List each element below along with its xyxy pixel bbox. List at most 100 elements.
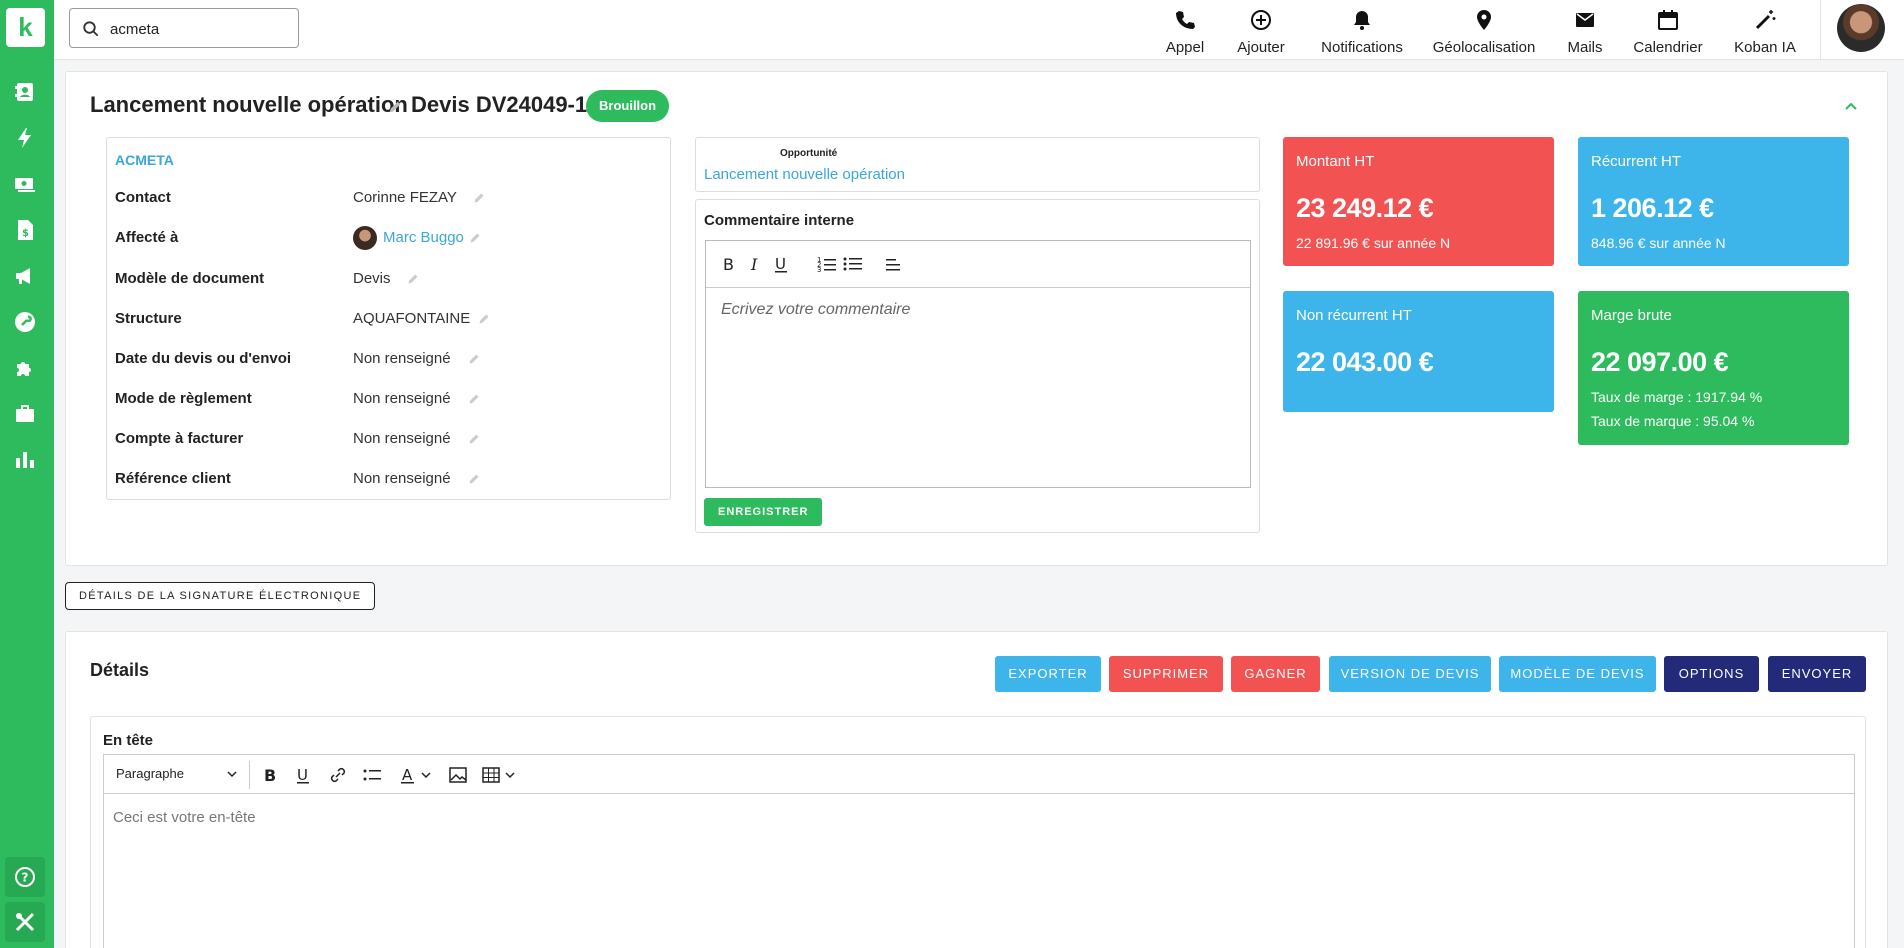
chevron-down-icon[interactable] <box>226 768 238 780</box>
bolt-icon[interactable] <box>13 126 37 150</box>
send-button[interactable]: ENVOYER <box>1768 656 1866 692</box>
company-link[interactable]: ACMETA <box>115 152 174 168</box>
devis-number: Devis DV24049-1 <box>411 92 588 117</box>
search-input[interactable] <box>110 18 290 40</box>
svg-text:I: I <box>750 255 758 274</box>
tools-icon[interactable] <box>5 902 45 942</box>
top-bar: Appel Ajouter Notifications Géolocalisat… <box>54 0 1904 60</box>
kpi-subtitle: 22 891.96 € sur année N <box>1296 235 1451 251</box>
nav-label: Notifications <box>1321 39 1403 56</box>
user-avatar[interactable] <box>1837 4 1885 52</box>
save-button[interactable]: ENREGISTRER <box>704 498 823 526</box>
details-panel: Détails EXPORTER SUPPRIMER GAGNER VERSIO… <box>65 631 1888 948</box>
kpi-value: 22 097.00 € <box>1591 347 1729 377</box>
status-badge: Brouillon <box>586 90 670 122</box>
table-icon[interactable] <box>482 765 518 785</box>
text-color-icon[interactable]: A <box>400 765 434 785</box>
money-icon[interactable] <box>13 172 37 196</box>
field-label: Modèle de document <box>115 270 265 287</box>
nav-geolocalisation[interactable]: Géolocalisation <box>1428 6 1540 56</box>
comment-textarea[interactable]: Ecrivez votre commentaire <box>705 287 1251 488</box>
kpi-value: 22 043.00 € <box>1296 347 1434 377</box>
field-value: Non renseigné <box>353 470 451 487</box>
signature-details-button[interactable]: DÉTAILS DE LA SIGNATURE ÉLECTRONIQUE <box>65 582 376 610</box>
svg-text:$: $ <box>22 228 29 239</box>
megaphone-icon[interactable] <box>13 264 37 288</box>
delete-button[interactable]: SUPPRIMER <box>1109 656 1223 692</box>
quote-template-button[interactable]: MODÈLE DE DEVIS <box>1499 656 1656 692</box>
page-title: Lancement nouvelle opération <box>90 92 408 117</box>
invoice-icon[interactable]: $ <box>13 218 37 242</box>
edit-pencil-icon[interactable] <box>469 232 481 244</box>
add-circle-icon <box>1251 10 1271 30</box>
field-label: Structure <box>115 310 182 327</box>
chevron-up-icon[interactable] <box>1843 98 1859 114</box>
header-placeholder: Ceci est votre en-tête <box>113 809 256 826</box>
help-icon[interactable]: ? <box>5 857 45 897</box>
edit-pencil-icon[interactable] <box>468 433 480 445</box>
header-editor-area[interactable]: Ceci est votre en-tête <box>103 793 1855 948</box>
edit-pencil-icon[interactable] <box>468 393 480 405</box>
bold-icon[interactable]: B <box>719 254 739 274</box>
app-logo[interactable]: k <box>6 8 45 47</box>
nav-appel[interactable]: Appel <box>1155 6 1215 56</box>
nav-notifications[interactable]: Notifications <box>1311 6 1413 56</box>
kpi-value: 1 206.12 € <box>1591 193 1714 223</box>
opportunity-link[interactable]: Lancement nouvelle opération <box>704 166 905 183</box>
contacts-icon[interactable] <box>13 80 37 104</box>
nav-label: Ajouter <box>1237 39 1285 56</box>
nav-ajouter[interactable]: Ajouter <box>1226 6 1296 56</box>
edit-pencil-icon[interactable] <box>388 100 402 114</box>
edit-pencil-icon[interactable] <box>468 353 480 365</box>
field-label: Mode de règlement <box>115 390 252 407</box>
header-editor-toolbar: Paragraphe B U A <box>103 754 1855 794</box>
info-row-date: Date du devis ou d'envoi Non renseigné <box>115 350 665 370</box>
kpi-marge-brute: Marge brute 22 097.00 € Taux de marge : … <box>1578 291 1849 445</box>
edit-pencil-icon[interactable] <box>478 313 490 325</box>
search-box[interactable] <box>69 8 299 48</box>
puzzle-icon[interactable] <box>13 356 37 380</box>
align-left-icon[interactable] <box>884 254 904 274</box>
nav-mails[interactable]: Mails <box>1557 6 1613 56</box>
info-row-reference: Référence client Non renseigné <box>115 470 665 490</box>
quote-info-card: ACMETA Contact Corinne FEZAY Affecté à M… <box>106 137 671 500</box>
edit-pencil-icon[interactable] <box>473 192 485 204</box>
divider <box>1820 0 1821 60</box>
bold-icon[interactable]: B <box>260 765 280 785</box>
nav-koban-ia[interactable]: Koban IA <box>1723 6 1807 56</box>
underline-icon[interactable]: U <box>772 254 792 274</box>
chart-icon[interactable] <box>13 448 37 472</box>
info-row-structure: Structure AQUAFONTAINE <box>115 310 665 330</box>
underline-icon[interactable]: U <box>294 765 314 785</box>
italic-icon[interactable]: I <box>746 254 766 274</box>
assignee-link[interactable]: Marc Buggo <box>383 229 464 246</box>
svg-text:?: ? <box>22 871 29 885</box>
kpi-title: Marge brute <box>1591 307 1672 324</box>
options-button[interactable]: OPTIONS <box>1664 656 1759 692</box>
field-value: Devis <box>353 270 391 287</box>
ordered-list-icon[interactable]: 123 <box>817 254 837 274</box>
info-row-modele: Modèle de document Devis <box>115 270 665 290</box>
edit-pencil-icon[interactable] <box>468 473 480 485</box>
paragraph-select[interactable]: Paragraphe <box>116 766 184 781</box>
nav-calendrier[interactable]: Calendrier <box>1626 6 1710 56</box>
field-label: Compte à facturer <box>115 430 244 447</box>
bullet-list-icon[interactable] <box>843 254 863 274</box>
search-icon <box>83 21 99 37</box>
edit-pencil-icon[interactable] <box>407 273 419 285</box>
mail-icon <box>1576 13 1594 27</box>
wrench-icon[interactable] <box>13 310 37 334</box>
quote-header-panel: Lancement nouvelle opération Devis DV240… <box>65 71 1888 566</box>
export-button[interactable]: EXPORTER <box>995 656 1101 692</box>
svg-text:3: 3 <box>817 266 821 274</box>
svg-text:B: B <box>264 766 276 785</box>
bullet-list-icon[interactable] <box>362 765 382 785</box>
svg-text:U: U <box>297 766 308 784</box>
win-button[interactable]: GAGNER <box>1231 656 1320 692</box>
kpi-title: Non récurrent HT <box>1296 307 1412 324</box>
link-icon[interactable] <box>328 765 348 785</box>
quote-version-button[interactable]: VERSION DE DEVIS <box>1329 656 1491 692</box>
kpi-montant-ht: Montant HT 23 249.12 € 22 891.96 € sur a… <box>1283 137 1554 266</box>
image-icon[interactable] <box>448 765 468 785</box>
briefcase-icon[interactable] <box>13 402 37 426</box>
